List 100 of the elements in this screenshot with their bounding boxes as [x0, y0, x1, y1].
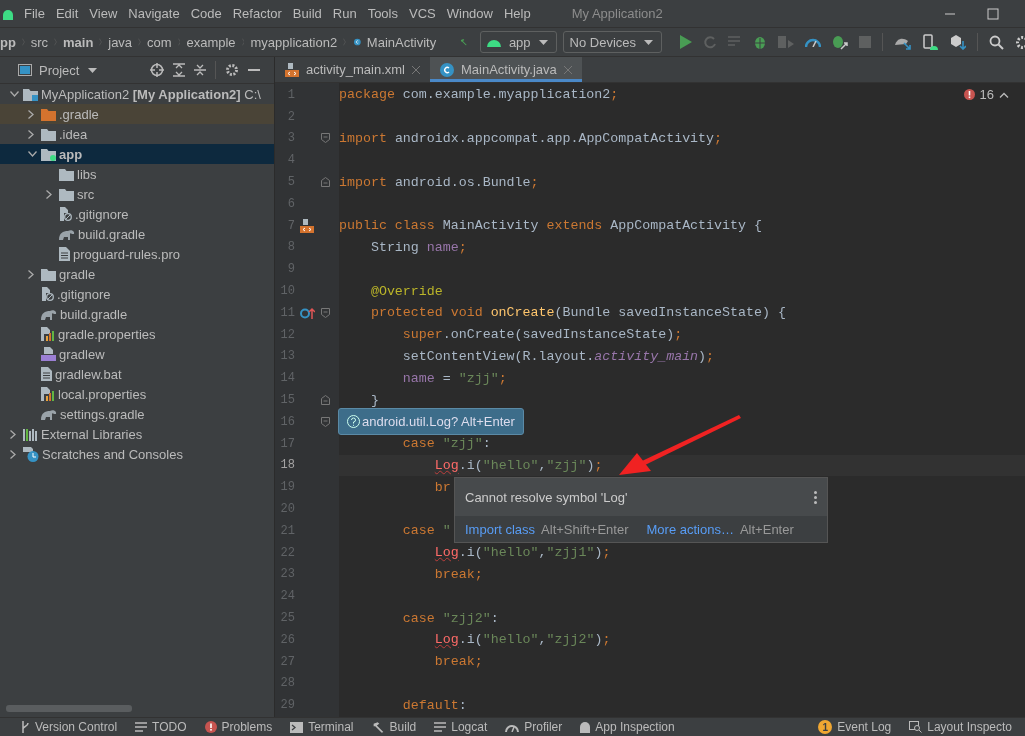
tool-window-button[interactable]: TODO — [128, 720, 194, 734]
device-manager-icon[interactable] — [923, 34, 940, 50]
settings-icon[interactable] — [225, 63, 239, 77]
file-icon — [41, 287, 54, 301]
tree-item[interactable]: gradle — [0, 264, 274, 284]
breadcrumb[interactable]: com — [147, 34, 172, 50]
chevron-down-icon[interactable] — [10, 91, 19, 97]
tree-item[interactable]: local.properties — [0, 384, 274, 404]
chevron-right-icon[interactable] — [10, 449, 16, 459]
chevron-right-icon[interactable] — [46, 189, 52, 199]
action-link[interactable]: Import class — [465, 521, 536, 537]
tree-item[interactable]: proguard-rules.pro — [0, 244, 274, 264]
breadcrumb[interactable]: pp — [0, 34, 16, 50]
tool-window-button[interactable]: Problems — [197, 720, 280, 734]
menu-item[interactable]: View — [89, 6, 118, 21]
chevron-right-icon[interactable] — [10, 429, 16, 439]
menu-item[interactable]: Refactor — [232, 6, 282, 21]
maximize-icon[interactable] — [987, 7, 999, 20]
fold-icon[interactable] — [320, 307, 330, 318]
tree-item[interactable]: External Libraries — [0, 424, 274, 444]
tool-window-button[interactable]: Profiler — [498, 720, 570, 734]
tool-window-button[interactable]: Layout Inspecto — [902, 720, 1019, 734]
module-dropdown[interactable]: app — [479, 31, 557, 53]
error-count[interactable]: 16 — [979, 87, 994, 102]
collapse-all-icon[interactable] — [194, 63, 206, 77]
caret-icon — [538, 39, 548, 45]
breadcrumb[interactable]: MainActivity — [366, 34, 437, 50]
menu-item[interactable]: Code — [190, 6, 222, 21]
fold-icon[interactable] — [320, 416, 330, 427]
menu-item[interactable]: Build — [292, 6, 322, 21]
tree-item[interactable]: settings.gradle — [0, 404, 274, 424]
search-icon[interactable] — [989, 34, 1005, 50]
menu-item[interactable]: Navigate — [128, 6, 180, 21]
action-link[interactable]: More actions… — [646, 521, 734, 537]
expand-all-icon[interactable] — [173, 63, 185, 77]
breadcrumb[interactable]: main — [63, 34, 94, 50]
tree-item[interactable]: MyApplication2 [My Application2] C:\ — [0, 84, 274, 104]
hint-tooltip[interactable]: android.util.Log? Alt+Enter — [338, 408, 524, 435]
tool-window-button[interactable]: App Inspection — [573, 720, 682, 734]
tree-item[interactable]: src — [0, 184, 274, 204]
editor-tab[interactable]: activity_main.xml — [275, 57, 430, 82]
tree-item[interactable]: build.gradle — [0, 304, 274, 324]
tree-item[interactable]: .gitignore — [0, 204, 274, 224]
caret-up-icon[interactable] — [999, 91, 1009, 98]
close-icon[interactable] — [411, 65, 420, 74]
tool-window-button[interactable]: Logcat — [427, 720, 495, 734]
breadcrumb[interactable]: myapplication2 — [250, 34, 338, 50]
panel-title[interactable]: Project — [39, 62, 80, 78]
menu-item[interactable]: Edit — [55, 6, 79, 21]
more-icon[interactable] — [814, 490, 817, 504]
settings-icon[interactable] — [1015, 34, 1025, 50]
package-icon[interactable] — [950, 34, 967, 50]
run-icon[interactable] — [680, 35, 693, 49]
attach-debugger-icon[interactable] — [832, 34, 849, 50]
breadcrumb[interactable]: src — [30, 34, 49, 50]
override-icon[interactable] — [299, 306, 315, 319]
caret-icon[interactable] — [88, 67, 98, 73]
menu-item[interactable]: Help — [503, 6, 531, 21]
error-icon[interactable] — [963, 89, 975, 100]
tree-item[interactable]: app — [0, 144, 274, 164]
error-icon — [204, 721, 217, 733]
tool-window-button[interactable]: Version Control — [14, 720, 125, 734]
menu-item[interactable]: VCS — [409, 6, 436, 21]
fold-icon[interactable] — [320, 133, 330, 144]
tree-item[interactable]: build.gradle — [0, 224, 274, 244]
terminal-icon — [290, 721, 304, 733]
code-line: case " — [401, 523, 451, 539]
menu-item[interactable]: Window — [446, 6, 493, 21]
fold-icon[interactable] — [320, 395, 330, 406]
breadcrumb[interactable]: java — [108, 34, 133, 50]
breadcrumb[interactable]: example — [186, 34, 236, 50]
tool-window-button[interactable]: Build — [364, 720, 424, 734]
hammer-icon — [371, 721, 385, 733]
chevron-right-icon[interactable] — [28, 269, 34, 279]
menu-item[interactable]: File — [24, 6, 45, 21]
fold-icon[interactable] — [320, 177, 330, 188]
tree-item[interactable]: gradlew — [0, 344, 274, 364]
bug-icon[interactable] — [753, 35, 768, 49]
menu-item[interactable]: Tools — [367, 6, 398, 21]
tree-item[interactable]: gradle.properties — [0, 324, 274, 344]
locate-icon[interactable] — [150, 63, 164, 77]
tree-item[interactable]: gradlew.bat — [0, 364, 274, 384]
editor-tab[interactable]: MainActivity.java — [429, 57, 582, 82]
chevron-down-icon[interactable] — [28, 151, 37, 157]
tree-item[interactable]: .gitignore — [0, 284, 274, 304]
chevron-right-icon[interactable] — [28, 129, 34, 139]
tool-window-button[interactable]: 1 Event Log — [811, 720, 899, 734]
tree-item[interactable]: .idea — [0, 124, 274, 144]
tool-window-button[interactable]: Terminal — [283, 720, 361, 734]
scrollbar-thumb[interactable] — [6, 705, 132, 712]
folder-icon — [41, 267, 56, 281]
branch-icon — [21, 721, 30, 733]
tree-item[interactable]: Scratches and Consoles — [0, 444, 274, 464]
menu-item[interactable]: Run — [332, 6, 357, 21]
device-dropdown[interactable]: No Devices — [562, 31, 663, 53]
chevron-right-icon[interactable] — [28, 109, 34, 119]
tree-item[interactable]: libs — [0, 164, 274, 184]
layout-file-icon[interactable] — [300, 218, 314, 233]
gauge-icon[interactable] — [805, 37, 822, 47]
tree-item[interactable]: .gradle — [0, 104, 274, 124]
